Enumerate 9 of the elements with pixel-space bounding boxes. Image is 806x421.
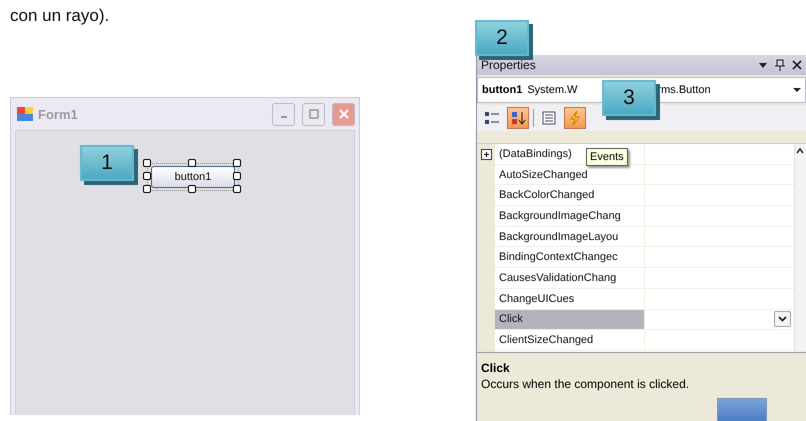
object-type: rms.Button [657,84,712,96]
events-tooltip: Events [586,148,628,166]
panel-title: Properties [481,58,537,72]
caption-text: con un rayo). [9,5,110,27]
object-name: button1 [482,84,522,96]
window-title: Form1 [38,106,79,122]
description-text: Occurs when the component is clicked. [481,377,690,391]
description-title: Click [481,361,511,375]
object-type: System.W [527,84,578,96]
